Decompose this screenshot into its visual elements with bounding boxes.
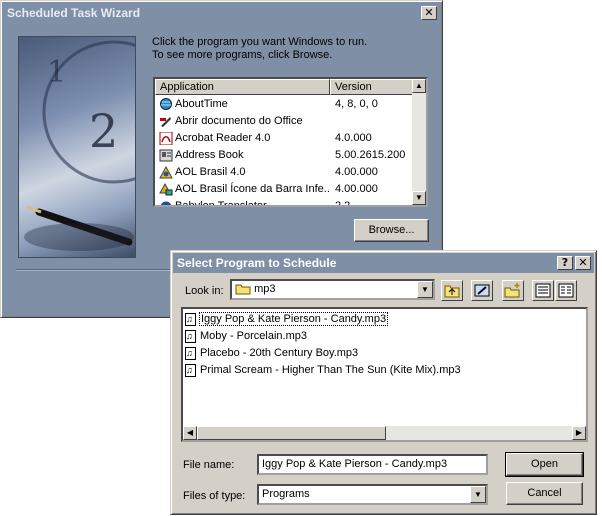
list-item[interactable]: AOL Brasil Ícone da Barra Infe... 4.00.0… xyxy=(155,181,414,198)
browse-button[interactable]: Browse... xyxy=(354,219,429,242)
file-name-input[interactable]: Iggy Pop & Kate Pierson - Candy.mp3 xyxy=(257,454,488,475)
details-view-button[interactable] xyxy=(555,280,577,301)
cancel-button[interactable]: Cancel xyxy=(506,482,583,505)
scroll-thumb[interactable] xyxy=(197,426,386,440)
help-icon: ? xyxy=(561,256,569,269)
scroll-right-button[interactable]: ▶ xyxy=(572,426,586,440)
audio-file-icon xyxy=(185,312,196,326)
list-item[interactable]: Babylon Translator 2.2 xyxy=(155,198,414,205)
application-list-header: Application Version xyxy=(155,79,414,95)
scroll-up-button[interactable]: ▲ xyxy=(412,79,426,93)
list-item[interactable]: Iggy Pop & Kate Pierson - Candy.mp3 xyxy=(185,311,389,327)
dialog-title: Select Program to Schedule xyxy=(177,256,337,270)
svg-text:1: 1 xyxy=(47,55,66,90)
column-header-version[interactable]: Version xyxy=(330,79,414,95)
list-view-icon xyxy=(535,283,551,298)
file-name-label: File name: xyxy=(183,459,235,471)
column-header-application[interactable]: Application xyxy=(155,79,330,95)
application-list-scrollbar[interactable]: ▲ ▼ xyxy=(412,79,426,205)
list-view-button[interactable] xyxy=(532,280,554,301)
file-type-label: Files of type: xyxy=(183,490,246,502)
look-in-label: Look in: xyxy=(185,285,224,297)
file-type-dropdown[interactable]: Programs ▼ xyxy=(257,484,488,505)
list-item[interactable]: Moby - Porcelain.mp3 xyxy=(185,328,308,344)
file-type-dropdown-arrow[interactable]: ▼ xyxy=(470,486,486,503)
wizard-clock-pen-image: 2 1 xyxy=(18,36,136,258)
chevron-down-icon: ▼ xyxy=(474,490,482,499)
details-view-icon xyxy=(558,283,574,298)
acrobat-icon xyxy=(159,132,173,145)
select-program-dialog: Select Program to Schedule ? ✕ Look in: … xyxy=(170,250,597,515)
address-book-icon xyxy=(159,149,173,162)
babylon-icon xyxy=(160,201,172,205)
audio-file-icon xyxy=(185,346,196,360)
look-in-dropdown-arrow[interactable]: ▼ xyxy=(417,281,433,298)
file-list[interactable]: Iggy Pop & Kate Pierson - Candy.mp3 Moby… xyxy=(181,307,588,442)
file-list-scrollbar[interactable]: ◀ ▶ xyxy=(183,426,586,440)
office-icon xyxy=(160,117,171,127)
look-in-value: mp3 xyxy=(254,283,276,295)
folder-up-icon xyxy=(444,285,460,298)
desktop-icon xyxy=(474,284,490,297)
new-folder-icon xyxy=(504,283,520,298)
arrow-up-icon: ▲ xyxy=(415,81,423,90)
list-item[interactable]: Acrobat Reader 4.0 4.0.000 xyxy=(155,130,414,147)
look-in-dropdown[interactable]: mp3 ▼ xyxy=(230,279,435,300)
list-item[interactable]: Placebo - 20th Century Boy.mp3 xyxy=(185,345,359,361)
list-item[interactable]: Abrir documento do Office xyxy=(155,113,414,130)
close-icon: ✕ xyxy=(424,6,434,19)
new-folder-button[interactable] xyxy=(502,280,524,301)
scroll-down-button[interactable]: ▼ xyxy=(412,191,426,205)
svg-text:2: 2 xyxy=(89,104,118,158)
dialog-titlebar[interactable]: Select Program to Schedule ? ✕ xyxy=(173,253,594,273)
open-button[interactable]: Open xyxy=(505,452,584,477)
list-item[interactable]: AOL Brasil 4.0 4.00.000 xyxy=(155,164,414,181)
list-item[interactable]: Primal Scream - Higher Than The Sun (Kit… xyxy=(185,362,462,378)
wizard-close-button[interactable]: ✕ xyxy=(421,6,437,20)
up-one-level-button[interactable] xyxy=(441,280,463,301)
desktop-button[interactable] xyxy=(471,280,493,301)
arrow-right-icon: ▶ xyxy=(575,428,583,437)
list-item[interactable]: Address Book 5.00.2615.200 xyxy=(155,147,414,164)
arrow-left-icon: ◀ xyxy=(186,428,194,437)
list-item[interactable]: AboutTime 4, 8, 0, 0 xyxy=(155,96,414,113)
aol-tray-icon xyxy=(159,183,173,196)
globe-clock-icon xyxy=(160,98,172,110)
instruction-line-2: To see more programs, click Browse. xyxy=(152,49,333,61)
instruction-line-1: Click the program you want Windows to ru… xyxy=(152,36,368,48)
audio-file-icon xyxy=(185,363,196,377)
scroll-left-button[interactable]: ◀ xyxy=(183,426,197,440)
arrow-down-icon: ▼ xyxy=(415,193,423,202)
dialog-close-button[interactable]: ✕ xyxy=(575,256,591,270)
wizard-titlebar[interactable]: Scheduled Task Wizard ✕ xyxy=(3,3,440,23)
application-list[interactable]: Application Version AboutTime 4, 8, 0, 0… xyxy=(153,77,428,207)
chevron-down-icon: ▼ xyxy=(421,285,429,294)
audio-file-icon xyxy=(185,329,196,343)
folder-icon xyxy=(235,284,251,295)
help-button[interactable]: ? xyxy=(557,256,573,270)
aol-icon xyxy=(159,166,173,179)
wizard-title: Scheduled Task Wizard xyxy=(7,6,141,20)
close-icon: ✕ xyxy=(578,256,588,269)
wizard-instructions: Click the program you want Windows to ru… xyxy=(152,36,367,62)
